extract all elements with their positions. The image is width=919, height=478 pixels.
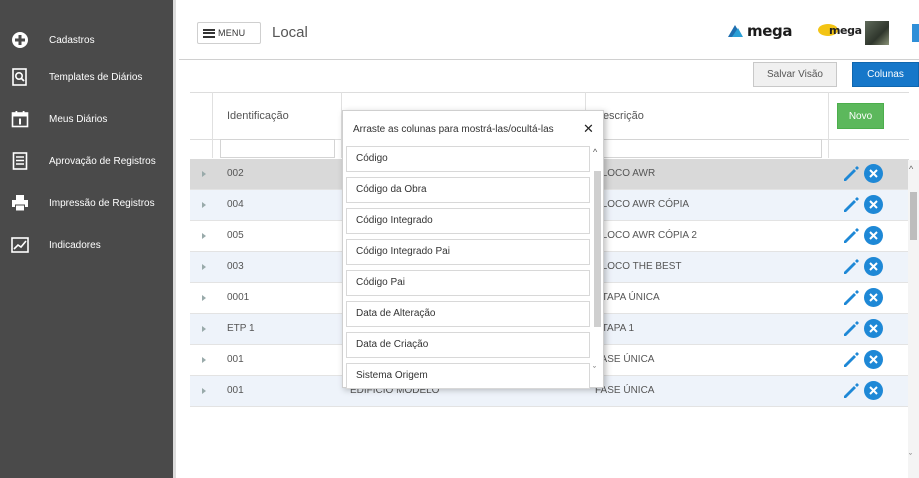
expand-row-icon[interactable] bbox=[202, 233, 206, 239]
edit-icon[interactable] bbox=[842, 258, 860, 276]
sidebar-item-cadastros[interactable]: Cadastros bbox=[0, 25, 173, 55]
delete-icon[interactable] bbox=[864, 381, 883, 400]
cell-identificacao: 001 bbox=[227, 385, 244, 396]
column-divider bbox=[828, 92, 829, 158]
mega-construcao-logo: mega bbox=[817, 22, 862, 38]
cell-identificacao: 002 bbox=[227, 168, 244, 179]
edit-icon[interactable] bbox=[842, 289, 860, 307]
cell-descricao: BLOCO AWR CÓPIA bbox=[595, 199, 690, 210]
mega-logo: mega bbox=[726, 22, 792, 40]
edit-icon[interactable] bbox=[842, 227, 860, 245]
checklist-icon bbox=[11, 152, 29, 170]
sidebar-item-label: Meus Diários bbox=[49, 113, 108, 125]
cell-identificacao: ETP 1 bbox=[227, 323, 255, 334]
delete-icon[interactable] bbox=[864, 257, 883, 276]
menu-button[interactable]: MENU bbox=[197, 22, 261, 44]
calendar-icon bbox=[11, 110, 29, 128]
sidebar-item-label: Cadastros bbox=[49, 34, 95, 46]
sidebar-item-label: Impressão de Registros bbox=[49, 197, 155, 209]
column-header-identificacao[interactable]: Identificação bbox=[227, 110, 289, 122]
sidebar-item-aprovacao[interactable]: Aprovação de Registros bbox=[0, 146, 173, 176]
column-chooser-popup: Arraste as colunas para mostrá-las/ocult… bbox=[342, 110, 605, 389]
user-avatar[interactable] bbox=[865, 21, 889, 45]
filter-identificacao-input[interactable] bbox=[220, 139, 335, 158]
edit-icon[interactable] bbox=[842, 320, 860, 338]
expand-row-icon[interactable] bbox=[202, 264, 206, 270]
cell-identificacao: 0001 bbox=[227, 292, 250, 303]
edit-icon[interactable] bbox=[842, 196, 860, 214]
page-title: Local bbox=[272, 24, 308, 41]
column-chooser-item[interactable]: Código Integrado bbox=[346, 208, 590, 234]
column-chooser-item[interactable]: Código Integrado Pai bbox=[346, 239, 590, 265]
scroll-down-icon[interactable]: ˇ bbox=[593, 365, 596, 375]
document-search-icon bbox=[11, 68, 29, 86]
delete-icon[interactable] bbox=[864, 195, 883, 214]
save-view-button[interactable]: Salvar Visão bbox=[753, 62, 837, 87]
hamburger-icon bbox=[203, 28, 215, 38]
chart-icon bbox=[11, 236, 29, 254]
column-chooser-scrollbar[interactable]: ^ ˇ bbox=[593, 145, 603, 389]
close-icon[interactable]: ✕ bbox=[583, 121, 594, 137]
scroll-up-icon[interactable]: ^ bbox=[909, 164, 913, 174]
sidebar-item-impressao[interactable]: Impressão de Registros bbox=[0, 188, 173, 218]
edit-icon[interactable] bbox=[842, 165, 860, 183]
edit-icon[interactable] bbox=[842, 382, 860, 400]
column-chooser-title: Arraste as colunas para mostrá-las/ocult… bbox=[353, 124, 554, 135]
sidebar: Cadastros Templates de Diários Meus Diár… bbox=[0, 0, 176, 478]
cell-identificacao: 001 bbox=[227, 354, 244, 365]
column-chooser-list: ^ ˇ Código Código da Obra Código Integrado… bbox=[343, 145, 605, 389]
sidebar-item-templates[interactable]: Templates de Diários bbox=[0, 62, 173, 92]
cell-descricao: BLOCO THE BEST bbox=[595, 261, 682, 272]
expand-row-icon[interactable] bbox=[202, 326, 206, 332]
cell-identificacao: 003 bbox=[227, 261, 244, 272]
logo-text: mega bbox=[747, 22, 793, 40]
header: MENU Local mega mega bbox=[179, 0, 919, 59]
columns-button[interactable]: Colunas bbox=[852, 62, 919, 87]
menu-label: MENU bbox=[218, 28, 246, 38]
mega-logo-icon bbox=[728, 25, 743, 37]
column-chooser-item[interactable]: Data de Criação bbox=[346, 332, 590, 358]
cell-identificacao: 005 bbox=[227, 230, 244, 241]
column-chooser-item[interactable]: Sistema Origem bbox=[346, 363, 590, 389]
delete-icon[interactable] bbox=[864, 164, 883, 183]
expand-row-icon[interactable] bbox=[202, 295, 206, 301]
column-chooser-item[interactable]: Data de Alteração bbox=[346, 301, 590, 327]
expand-row-icon[interactable] bbox=[202, 357, 206, 363]
scrollbar-thumb[interactable] bbox=[910, 192, 917, 240]
delete-icon[interactable] bbox=[864, 226, 883, 245]
header-divider bbox=[179, 59, 919, 60]
sidebar-item-label: Indicadores bbox=[49, 239, 101, 251]
delete-icon[interactable] bbox=[864, 319, 883, 338]
expand-row-icon[interactable] bbox=[202, 202, 206, 208]
sidebar-item-meus-diarios[interactable]: Meus Diários bbox=[0, 104, 173, 134]
plus-circle-icon bbox=[11, 31, 29, 49]
partial-icon bbox=[912, 24, 919, 42]
new-button[interactable]: Novo bbox=[837, 103, 884, 129]
grid-scrollbar[interactable]: ^ ˇ bbox=[908, 160, 919, 478]
expand-row-icon[interactable] bbox=[202, 388, 206, 394]
column-chooser-item[interactable]: Código Pai bbox=[346, 270, 590, 296]
filter-descricao-input[interactable] bbox=[592, 139, 822, 158]
expand-row-icon[interactable] bbox=[202, 171, 206, 177]
cell-identificacao: 004 bbox=[227, 199, 244, 210]
delete-icon[interactable] bbox=[864, 288, 883, 307]
delete-icon[interactable] bbox=[864, 350, 883, 369]
column-chooser-item[interactable]: Código da Obra bbox=[346, 177, 590, 203]
sidebar-item-label: Aprovação de Registros bbox=[49, 155, 156, 167]
edit-icon[interactable] bbox=[842, 351, 860, 369]
scroll-up-icon[interactable]: ^ bbox=[593, 147, 597, 157]
scrollbar-thumb[interactable] bbox=[594, 171, 601, 327]
column-chooser-item[interactable]: Código bbox=[346, 146, 590, 172]
printer-icon bbox=[11, 194, 29, 212]
logo2-text: mega bbox=[829, 23, 862, 37]
scroll-down-icon[interactable]: ˇ bbox=[909, 452, 912, 462]
sidebar-item-indicadores[interactable]: Indicadores bbox=[0, 230, 173, 260]
sidebar-item-label: Templates de Diários bbox=[49, 71, 143, 83]
cell-descricao: BLOCO AWR CÓPIA 2 bbox=[595, 230, 697, 241]
column-divider bbox=[212, 92, 213, 158]
